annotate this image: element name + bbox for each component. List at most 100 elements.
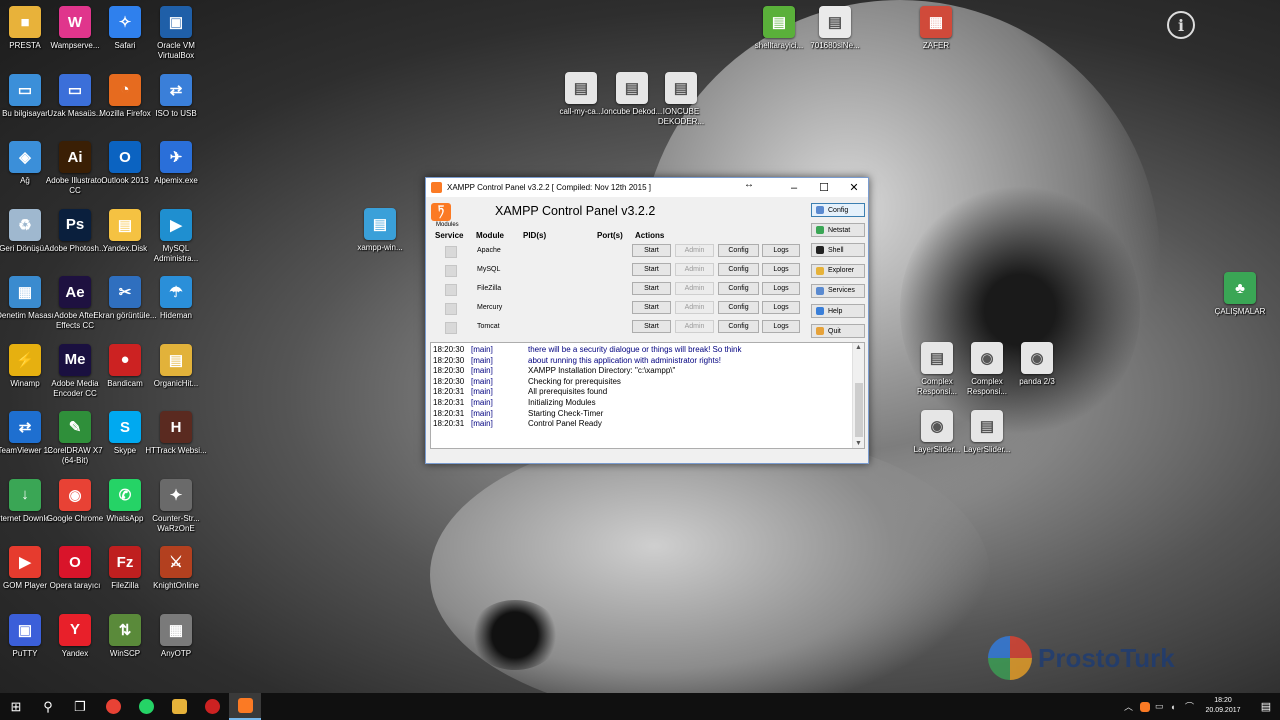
desktop-icon-label: Oracle VM VirtualBox xyxy=(157,41,195,60)
log-text: Control Panel Ready xyxy=(528,419,602,429)
module-row-mercury: Mercury Start Admin Config Logs xyxy=(426,301,806,320)
tray-xampp-icon[interactable] xyxy=(1140,693,1150,720)
watermark: ProstoTurk xyxy=(988,636,1175,680)
notifications-icon[interactable]: ▤ xyxy=(1252,693,1280,720)
desktop-icon[interactable]: ⇄ ISO to USB xyxy=(143,73,209,119)
log-scrollbar[interactable]: ▲ ▼ xyxy=(852,343,864,448)
log-time: 18:20:31 xyxy=(433,408,465,418)
desktop-icon-label: PRESTA xyxy=(9,41,41,50)
side-button-label: Help xyxy=(828,307,843,315)
desktop-icon[interactable]: ▶ MySQL Administra... xyxy=(143,208,209,264)
scroll-thumb[interactable] xyxy=(855,383,863,437)
config-button[interactable]: Config xyxy=(718,301,759,314)
log-module: [main] xyxy=(471,355,493,365)
log-panel[interactable]: 18:20:30 [main] there will be a security d… xyxy=(430,342,865,449)
desktop-app-icon: ◉ xyxy=(971,342,1003,374)
logs-button[interactable]: Logs xyxy=(762,320,800,333)
desktop-icon[interactable]: ✦ Counter-Str... WaRzOnE xyxy=(143,478,209,534)
maximize-button[interactable]: ☐ xyxy=(809,178,839,197)
side-button-label: Netstat xyxy=(828,226,851,234)
side-button-shell[interactable]: Shell xyxy=(811,243,865,258)
desktop-app-icon: Me xyxy=(59,343,91,376)
desktop-icon-label: GOM Player xyxy=(2,581,47,590)
desktop-icon[interactable]: ▤ OrganicHit... xyxy=(143,343,209,389)
start-button[interactable]: Start xyxy=(632,301,671,314)
config-button[interactable]: Config xyxy=(718,282,759,295)
config-button[interactable]: Config xyxy=(718,263,759,276)
taskbar-whatsapp-icon[interactable] xyxy=(130,693,162,720)
desktop-icon[interactable]: ▤ IONCUBE DEKODER... xyxy=(648,72,714,127)
desktop-icon[interactable]: ▦ ZAFER xyxy=(903,6,969,51)
log-time: 18:20:30 xyxy=(433,355,465,365)
desktop-app-icon: ♣ xyxy=(1224,272,1256,304)
side-button-services[interactable]: Services xyxy=(811,283,865,298)
config-button[interactable]: Config xyxy=(718,244,759,257)
taskbar-xampp-icon[interactable] xyxy=(229,693,261,720)
logs-button[interactable]: Logs xyxy=(762,263,800,276)
close-button[interactable]: ✕ xyxy=(839,178,869,197)
side-button-netstat[interactable]: Netstat xyxy=(811,223,865,238)
desktop-app-icon: ◉ xyxy=(1021,342,1053,374)
logs-button[interactable]: Logs xyxy=(762,301,800,314)
log-time: 18:20:31 xyxy=(433,398,465,407)
taskbar-bandicam-icon[interactable] xyxy=(196,693,228,720)
tray-network-icon[interactable]: ▭ xyxy=(1155,693,1164,720)
log-text: Checking for prerequisites xyxy=(528,376,621,386)
desktop-icon-label: Bandicam xyxy=(107,378,143,388)
config-button[interactable]: Config xyxy=(718,320,759,333)
tray-wifi-icon[interactable]: ⌒ xyxy=(1185,693,1194,720)
side-button-explorer[interactable]: Explorer xyxy=(811,263,865,278)
start-button[interactable]: Start xyxy=(632,244,671,257)
window-titlebar[interactable]: XAMPP Control Panel v3.2.2 [ Compiled: N… xyxy=(426,178,868,197)
log-text: Starting Check-Timer xyxy=(528,408,604,418)
desktop-icon[interactable]: ☂ Hideman xyxy=(143,276,209,321)
service-checkbox[interactable] xyxy=(445,322,457,334)
desktop-icon[interactable]: ◉ panda 2/3 xyxy=(1004,342,1070,387)
log-line: 18:20:30 [main] about running this applica… xyxy=(433,356,853,367)
side-button-config[interactable]: Config xyxy=(811,203,865,217)
module-name: MySQL xyxy=(477,266,501,273)
taskbar-explorer-icon[interactable] xyxy=(163,693,195,720)
taskbar-chrome-icon[interactable] xyxy=(97,693,129,720)
log-module: [main] xyxy=(471,419,493,429)
info-icon[interactable]: i xyxy=(1167,11,1195,39)
desktop-icon[interactable]: ▤ LayerSlider... xyxy=(954,410,1020,455)
start-button[interactable]: ⊞ xyxy=(0,693,32,720)
log-module: [main] xyxy=(471,376,493,386)
side-button-quit[interactable]: Quit xyxy=(811,324,865,339)
desktop-icon[interactable]: ▤ 701680siNe... xyxy=(802,6,868,51)
tray-up-arrow-icon[interactable]: ︿ xyxy=(1124,693,1133,720)
service-checkbox[interactable] xyxy=(445,284,457,296)
logs-button[interactable]: Logs xyxy=(762,244,800,257)
desktop-icon-label: Yandex.Disk xyxy=(102,243,148,253)
desktop-icon[interactable]: ✈ Alpemix.exe xyxy=(143,141,209,186)
desktop-icon[interactable]: ⚔ KnightOnline xyxy=(143,546,209,591)
desktop-icon[interactable]: ♣ ÇALIŞMALAR xyxy=(1207,272,1273,317)
explorer-icon xyxy=(171,699,187,714)
start-button[interactable]: Start xyxy=(632,320,671,333)
desktop-icon[interactable]: ▦ AnyOTP xyxy=(143,613,209,659)
explorer-icon xyxy=(816,266,824,275)
scroll-up-icon[interactable]: ▲ xyxy=(855,344,862,351)
service-checkbox[interactable] xyxy=(445,303,457,315)
service-checkbox[interactable] xyxy=(445,265,457,277)
start-button[interactable]: Start xyxy=(632,282,671,295)
log-text: there will be a security dialogue or thi… xyxy=(528,345,742,354)
desktop-icon[interactable]: ▣ Oracle VM VirtualBox xyxy=(143,6,209,61)
task-view-icon[interactable]: ❐ xyxy=(64,693,96,720)
logs-button[interactable]: Logs xyxy=(762,282,800,295)
search-icon[interactable]: ⚲ xyxy=(32,693,64,720)
taskbar-clock[interactable]: 18:20 20.09.2017 xyxy=(1198,696,1248,716)
desktop-app-icon: ◈ xyxy=(9,141,41,173)
service-checkbox[interactable] xyxy=(445,246,457,258)
minimize-button[interactable]: – xyxy=(779,178,809,197)
desktop-icon[interactable]: H HTTrack Websi... xyxy=(143,411,209,456)
side-button-help[interactable]: Help xyxy=(811,304,865,318)
desktop-app-icon: ▤ xyxy=(763,6,795,38)
start-button[interactable]: Start xyxy=(632,263,671,276)
tray-volume-icon[interactable]: ◖ xyxy=(1170,693,1175,720)
desktop-app-icon: ▭ xyxy=(59,73,91,106)
scroll-down-icon[interactable]: ▼ xyxy=(855,440,862,447)
desktop-icon-label: Hideman xyxy=(159,311,192,320)
desktop-icon[interactable]: ▤ xampp-win... xyxy=(347,208,413,253)
